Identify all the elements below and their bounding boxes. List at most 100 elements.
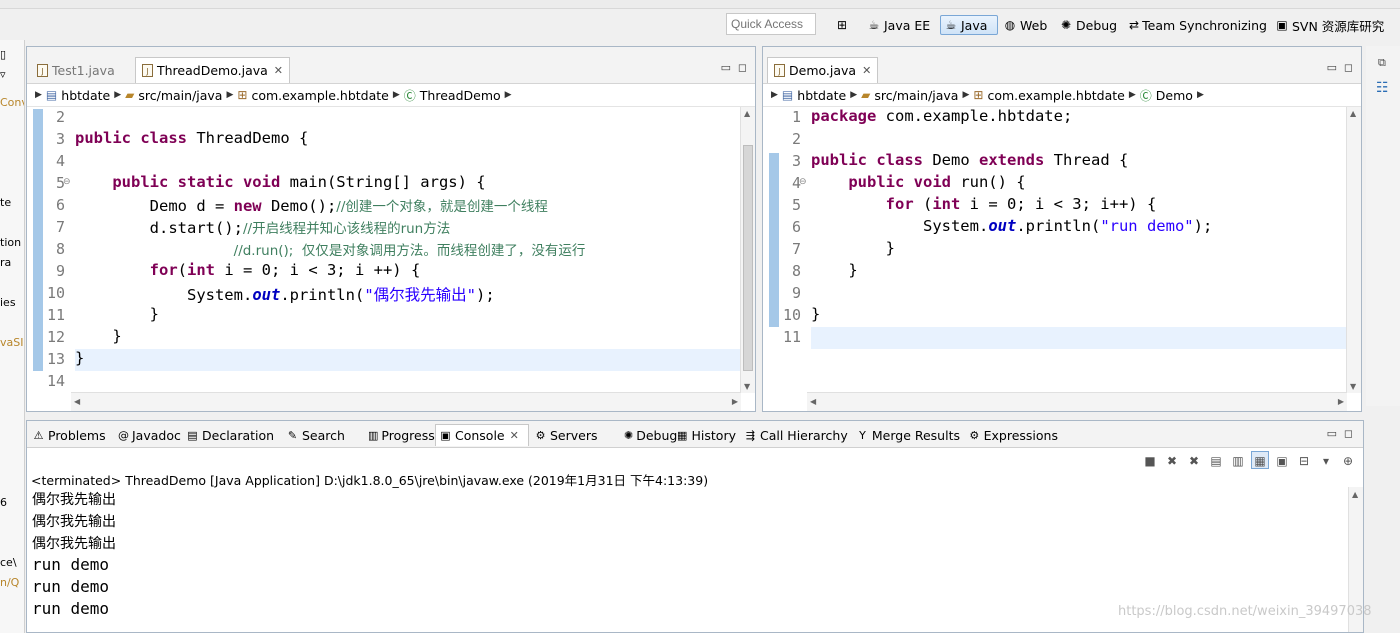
chevron-right-icon[interactable]: ▶	[505, 90, 512, 100]
chevron-right-icon[interactable]: ▶	[393, 90, 400, 100]
code-line: }	[811, 239, 895, 257]
chevron-right-icon[interactable]: ▶	[962, 90, 969, 100]
minimize-icon[interactable]: ▭	[1327, 61, 1337, 74]
close-tab-icon[interactable]: ✕	[510, 429, 519, 442]
view-tab-call-hierarchy[interactable]: ⇶ Call Hierarchy	[741, 424, 851, 446]
perspective-java-ee[interactable]: ☕ Java EE	[864, 15, 936, 35]
restore-icon[interactable]: ⧉	[1378, 56, 1386, 70]
view-tab-progress[interactable]: ▥ Progress	[365, 424, 435, 446]
open-perspective-button[interactable]: ⊞	[832, 15, 852, 35]
perspective-debug[interactable]: ✺ Debug	[1056, 15, 1124, 35]
breadcrumb-item[interactable]: hbtdate	[797, 88, 846, 103]
view-tab-history[interactable]: ▦ History	[673, 424, 739, 446]
breadcrumb-item[interactable]: com.example.hbtdate	[251, 88, 388, 103]
breadcrumb-item[interactable]: com.example.hbtdate	[987, 88, 1124, 103]
breadcrumb-item[interactable]: src/main/java	[874, 88, 958, 103]
remove-all-terminated-icon[interactable]: ✖	[1185, 451, 1203, 469]
scroll-right-icon[interactable]: ▶	[1338, 397, 1344, 406]
perspective-java[interactable]: ☕ Java	[940, 15, 998, 35]
view-tab-javadoc[interactable]: @ Javadoc	[115, 424, 181, 446]
breadcrumb-item[interactable]: ThreadDemo	[420, 88, 501, 103]
chevron-right-icon[interactable]: ▶	[1197, 90, 1204, 100]
fold-collapse-icon[interactable]: ⊖	[799, 177, 807, 187]
clear-console-icon[interactable]: ▤	[1207, 451, 1225, 469]
show-console-on-output-icon[interactable]: ▣	[1273, 451, 1291, 469]
scroll-up-icon[interactable]: ▲	[1350, 109, 1356, 118]
maximize-icon[interactable]: ◻	[1344, 61, 1353, 74]
left-side-panel: ▯ ▿ Conv te tion ra ies vaSI 6 ce\ n/Q	[0, 40, 25, 633]
scrollbar-thumb[interactable]	[743, 145, 753, 371]
tab-demo-java[interactable]: J Demo.java ✕	[767, 57, 879, 83]
fold-collapse-icon[interactable]: ⊖	[63, 177, 71, 187]
perspective-web[interactable]: ◍ Web	[1000, 15, 1054, 35]
vertical-scrollbar[interactable]: ▲ ▼	[740, 107, 755, 393]
view-tab-problems[interactable]: ⚠ Problems	[29, 424, 113, 446]
open-console-icon[interactable]: ⊕	[1339, 451, 1357, 469]
scroll-left-icon[interactable]: ◀	[74, 397, 80, 406]
scroll-up-icon[interactable]: ▲	[744, 109, 750, 118]
line-number: 3	[791, 152, 801, 170]
svn-icon: ▣	[1276, 18, 1288, 32]
code-token: //d.run(); 仅仅是对象调用方法。而线程创建了，没有运行	[233, 243, 586, 259]
code-token: }	[75, 327, 122, 345]
code-token: out	[988, 217, 1017, 235]
pin-console-icon[interactable]: ⊟	[1295, 451, 1313, 469]
chevron-right-icon[interactable]: ▶	[226, 90, 233, 100]
quick-access-input[interactable]	[726, 13, 816, 35]
outline-view-icon[interactable]: ☷	[1376, 80, 1389, 96]
close-tab-icon[interactable]: ✕	[274, 64, 283, 77]
line-number: 7	[791, 240, 801, 258]
view-tab-debug[interactable]: ✺ Debug	[621, 424, 677, 446]
left-strip-label: ce\	[0, 556, 17, 569]
word-wrap-icon[interactable]: ▦	[1251, 451, 1269, 469]
scroll-down-icon[interactable]: ▼	[744, 382, 750, 391]
line-number: 10	[46, 284, 65, 302]
code-token: out	[252, 286, 281, 304]
minimize-icon[interactable]: ▭	[721, 61, 731, 74]
breadcrumb-item[interactable]: Demo	[1156, 88, 1193, 103]
vertical-scrollbar[interactable]: ▲ ▼	[1346, 107, 1361, 393]
scroll-left-icon[interactable]: ◀	[810, 397, 816, 406]
code-token: System.	[75, 286, 253, 304]
display-selected-console-icon[interactable]: ▾	[1317, 451, 1335, 469]
breadcrumb: ▶ ▤ hbtdate ▶ ▰ src/main/java ▶ ⊞ com.example.hb…	[27, 84, 755, 107]
console-output-line: 偶尔我先输出	[32, 514, 116, 530]
breadcrumb-item[interactable]: hbtdate	[61, 88, 110, 103]
view-tab-console[interactable]: ▣ Console ✕	[435, 424, 529, 446]
view-tab-merge-results[interactable]: Y Merge Results	[853, 424, 963, 446]
perspective-svn[interactable]: ▣ SVN 资源库研究	[1272, 15, 1400, 35]
chevron-right-icon[interactable]: ▶	[1129, 90, 1136, 100]
left-strip-chevron-icon[interactable]: ▿	[0, 68, 6, 81]
maximize-icon[interactable]: ◻	[1344, 427, 1353, 440]
horizontal-scrollbar[interactable]: ◀ ▶	[71, 392, 741, 411]
scroll-down-icon[interactable]: ▼	[1350, 382, 1356, 391]
horizontal-scrollbar[interactable]: ◀ ▶	[807, 392, 1347, 411]
scroll-lock-icon[interactable]: ▥	[1229, 451, 1247, 469]
code-area[interactable]: 1 2 3 4 5 6 7 8 9 10 11 ⊖ package com.example.hbtdat…	[763, 107, 1361, 393]
tab-test1-java[interactable]: J Test1.java	[31, 57, 121, 83]
terminate-icon[interactable]: ■	[1141, 451, 1159, 469]
code-line: }	[75, 349, 84, 367]
code-area[interactable]: 2 3 4 5 6 7 8 9 10 11 12 13 14 ⊖ public class ThreadDe…	[27, 107, 755, 393]
close-tab-icon[interactable]: ✕	[862, 64, 871, 77]
debug-icon: ✺	[624, 428, 634, 442]
change-ruler	[767, 107, 779, 393]
code-token: Thread {	[1053, 151, 1129, 169]
remove-launch-icon[interactable]: ✖	[1163, 451, 1181, 469]
tab-thread-demo-java[interactable]: J ThreadDemo.java ✕	[135, 57, 291, 83]
minimize-icon[interactable]: ▭	[1327, 427, 1337, 440]
view-tab-search[interactable]: ✎ Search	[283, 424, 363, 446]
scroll-up-icon[interactable]: ▲	[1352, 490, 1358, 499]
chevron-right-icon[interactable]: ▶	[35, 90, 42, 100]
scroll-right-icon[interactable]: ▶	[732, 397, 738, 406]
maximize-icon[interactable]: ◻	[738, 61, 747, 74]
chevron-right-icon[interactable]: ▶	[771, 90, 778, 100]
chevron-right-icon[interactable]: ▶	[850, 90, 857, 100]
view-tab-expressions[interactable]: ⚙ Expressions	[965, 424, 1061, 446]
view-tab-declaration[interactable]: ▤ Declaration	[183, 424, 281, 446]
breadcrumb-item[interactable]: src/main/java	[138, 88, 222, 103]
view-tab-servers[interactable]: ⚙ Servers	[531, 424, 619, 446]
chevron-right-icon[interactable]: ▶	[114, 90, 121, 100]
perspective-team-synchronizing[interactable]: ⇄ Team Synchronizing	[1126, 15, 1270, 35]
left-strip-label: Conv	[0, 96, 24, 109]
